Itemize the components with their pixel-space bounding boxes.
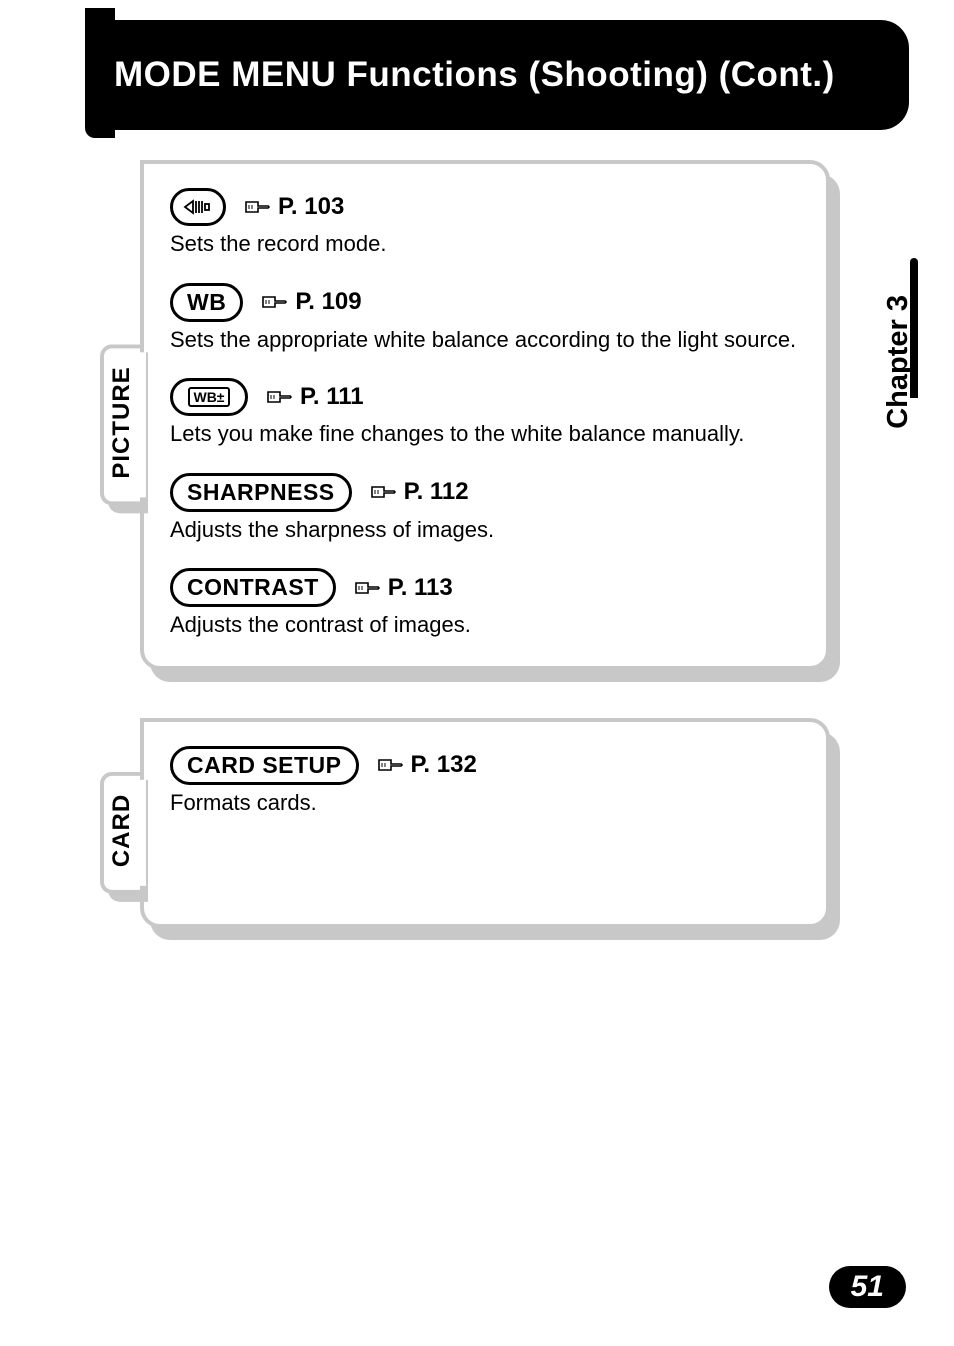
page-number: 51 (829, 1266, 906, 1308)
pointer-icon (261, 293, 289, 311)
pointer-icon (354, 579, 382, 597)
menu-entry: P. 103 Sets the record mode. (170, 188, 804, 259)
entry-label-pill: CARD SETUP (170, 746, 359, 785)
section-tab: CARD (100, 772, 140, 894)
panel-body: PICTURE (140, 160, 830, 670)
page-reference: P. 109 (261, 288, 361, 316)
entry-description: Adjusts the sharpness of images. (170, 516, 804, 545)
entry-description: Adjusts the contrast of images. (170, 611, 804, 640)
pointer-icon (370, 483, 398, 501)
chapter-tab-accent (910, 258, 918, 398)
record-mode-icon (170, 188, 226, 226)
menu-entry: CARD SETUP P. 132 Formats cards. (170, 746, 804, 818)
section-card: CARD CARD SETUP P. 132 Formats cards. (100, 718, 830, 928)
entry-label-pill: CONTRAST (170, 568, 336, 607)
section-tab: PICTURE (100, 344, 140, 505)
page-reference: P. 132 (377, 751, 477, 779)
entry-description: Sets the record mode. (170, 230, 804, 259)
pointer-icon (377, 756, 405, 774)
menu-entry: WB± P. 111 Lets you make fine changes to… (170, 378, 804, 449)
pointer-icon (244, 198, 272, 216)
page-ref-text: P. 103 (278, 193, 344, 221)
entry-label-pill: WB (170, 283, 243, 322)
entry-description: Lets you make fine changes to the white … (170, 420, 804, 449)
entry-label-pill: SHARPNESS (170, 473, 352, 512)
page-ref-text: P. 112 (404, 478, 469, 506)
page-ref-text: P. 109 (295, 288, 361, 316)
menu-entry: CONTRAST P. 113 Adjusts the contrast of … (170, 568, 804, 640)
panel-body: CARD CARD SETUP P. 132 Formats cards. (140, 718, 830, 928)
menu-entry: SHARPNESS P. 112 Adjusts the sharpness o… (170, 473, 804, 545)
page-ref-text: P. 113 (388, 574, 453, 602)
wb-adjust-icon: WB± (170, 378, 248, 416)
page-reference: P. 112 (370, 478, 469, 506)
page-ref-text: P. 132 (411, 751, 477, 779)
section-tab-label: CARD (108, 794, 136, 867)
page-ref-text: P. 111 (300, 383, 364, 411)
page-header: MODE MENU Functions (Shooting) (Cont.) (98, 20, 909, 130)
page-title: MODE MENU Functions (Shooting) (Cont.) (114, 54, 835, 96)
section-picture: PICTURE (100, 160, 830, 670)
page-reference: P. 103 (244, 193, 344, 221)
pointer-icon (266, 388, 294, 406)
entry-description: Formats cards. (170, 789, 804, 818)
page-reference: P. 111 (266, 383, 364, 411)
page-reference: P. 113 (354, 574, 453, 602)
wb-adjust-icon-text: WB± (188, 387, 229, 407)
entry-description: Sets the appropriate white balance accor… (170, 326, 804, 355)
section-tab-label: PICTURE (108, 366, 136, 478)
menu-entry: WB P. 109 Sets the appropriate white bal… (170, 283, 804, 355)
